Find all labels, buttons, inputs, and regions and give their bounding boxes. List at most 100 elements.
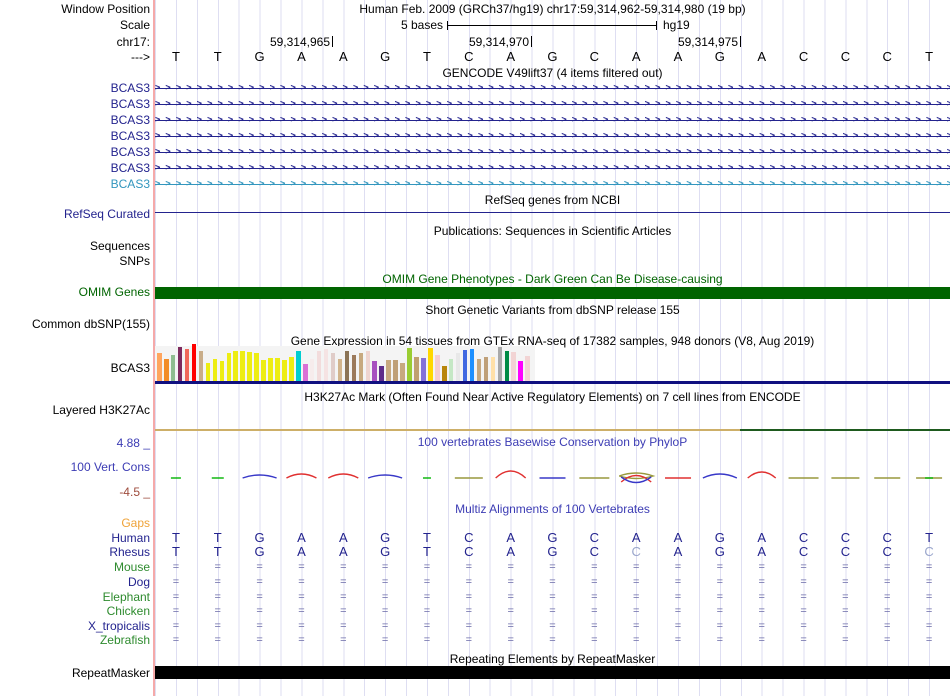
gtex-bar-50[interactable] bbox=[498, 347, 503, 381]
multiz-species-label-zebrafish[interactable]: Zebrafish bbox=[0, 633, 150, 647]
gtex-bar-45[interactable] bbox=[463, 350, 468, 381]
multiz-species-label-mouse[interactable]: Mouse bbox=[0, 560, 150, 574]
multiz-species-label-chicken[interactable]: Chicken bbox=[0, 604, 150, 618]
refseq-track-title[interactable]: RefSeq genes from NCBI bbox=[155, 193, 950, 207]
gtex-bar-18[interactable] bbox=[275, 358, 280, 381]
gtex-bar-2[interactable] bbox=[164, 359, 169, 381]
gtex-bar-23[interactable] bbox=[310, 359, 315, 381]
gtex-bar-5[interactable] bbox=[185, 349, 190, 381]
gtex-bar-6[interactable] bbox=[192, 344, 197, 381]
strand-arrow-label[interactable]: ---> bbox=[0, 50, 150, 64]
multiz-species-label-elephant[interactable]: Elephant bbox=[0, 590, 150, 604]
sequences-label[interactable]: Sequences bbox=[0, 239, 150, 253]
gtex-bar-14[interactable] bbox=[247, 352, 252, 381]
common-dbsnp-label[interactable]: Common dbSNP(155) bbox=[0, 317, 150, 331]
gtex-bar-53[interactable] bbox=[518, 361, 523, 381]
gtex-bar-24[interactable] bbox=[317, 351, 322, 381]
gencode-transcript-row-6[interactable]: >>>>>>>>>>>>>>>>>>>>>>>>>>>>>>>>>>>>>>>>… bbox=[155, 163, 950, 173]
gencode-track-title[interactable]: GENCODE V49lift37 (4 items filtered out) bbox=[155, 66, 950, 80]
gencode-transcript-row-4[interactable]: >>>>>>>>>>>>>>>>>>>>>>>>>>>>>>>>>>>>>>>>… bbox=[155, 131, 950, 141]
gtex-bar-13[interactable] bbox=[240, 351, 245, 381]
gtex-bar-33[interactable] bbox=[379, 366, 384, 381]
gencode-gene-label-3[interactable]: BCAS3 bbox=[0, 113, 150, 127]
gtex-bar-38[interactable] bbox=[414, 357, 419, 381]
gtex-bar-7[interactable] bbox=[199, 351, 204, 381]
gtex-bar-26[interactable] bbox=[331, 353, 336, 381]
repeatmasker-bar[interactable] bbox=[155, 666, 950, 679]
gtex-bar-46[interactable] bbox=[470, 349, 475, 381]
layered-h3k27ac-label[interactable]: Layered H3K27Ac bbox=[0, 403, 150, 417]
gtex-bar-27[interactable] bbox=[338, 359, 343, 381]
refseq-curated-label[interactable]: RefSeq Curated bbox=[0, 207, 150, 221]
gtex-bar-17[interactable] bbox=[268, 358, 273, 381]
omim-gene-bar[interactable] bbox=[155, 287, 950, 299]
gtex-bar-30[interactable] bbox=[359, 353, 364, 381]
gtex-bar-47[interactable] bbox=[477, 359, 482, 381]
gtex-bar-32[interactable] bbox=[372, 361, 377, 381]
gencode-gene-label-6[interactable]: BCAS3 bbox=[0, 161, 150, 175]
gencode-transcript-row-1[interactable]: >>>>>>>>>>>>>>>>>>>>>>>>>>>>>>>>>>>>>>>>… bbox=[155, 83, 950, 93]
h3k27ac-track-title[interactable]: H3K27Ac Mark (Often Found Near Active Re… bbox=[155, 390, 950, 404]
gtex-bar-25[interactable] bbox=[324, 349, 329, 381]
gtex-bar-43[interactable] bbox=[449, 359, 454, 381]
gencode-transcript-row-2[interactable]: >>>>>>>>>>>>>>>>>>>>>>>>>>>>>>>>>>>>>>>>… bbox=[155, 99, 950, 109]
gtex-bar-11[interactable] bbox=[227, 353, 232, 381]
gtex-bar-4[interactable] bbox=[178, 347, 183, 381]
gtex-bar-9[interactable] bbox=[213, 359, 218, 381]
dbsnp-track-title[interactable]: Short Genetic Variants from dbSNP releas… bbox=[155, 303, 950, 317]
gtex-bar-35[interactable] bbox=[393, 360, 398, 381]
refseq-gene-line[interactable] bbox=[155, 212, 950, 213]
gtex-bar-34[interactable] bbox=[386, 360, 391, 381]
omim-track-title[interactable]: OMIM Gene Phenotypes - Dark Green Can Be… bbox=[155, 272, 950, 286]
gtex-bar-19[interactable] bbox=[282, 360, 287, 381]
multiz-species-label-human[interactable]: Human bbox=[0, 531, 150, 545]
gtex-bar-36[interactable] bbox=[400, 363, 405, 381]
gencode-gene-label-5[interactable]: BCAS3 bbox=[0, 145, 150, 159]
gtex-bar-44[interactable] bbox=[456, 353, 461, 381]
multiz-species-label-dog[interactable]: Dog bbox=[0, 575, 150, 589]
gtex-bar-12[interactable] bbox=[233, 351, 238, 381]
gtex-bar-54[interactable] bbox=[525, 356, 530, 381]
gtex-bar-49[interactable] bbox=[491, 357, 496, 381]
gtex-bar-21[interactable] bbox=[296, 351, 301, 381]
gencode-gene-label-4[interactable]: BCAS3 bbox=[0, 129, 150, 143]
gtex-bar-3[interactable] bbox=[171, 355, 176, 381]
omim-genes-label[interactable]: OMIM Genes bbox=[0, 285, 150, 299]
multiz-species-label-gaps[interactable]: Gaps bbox=[0, 516, 150, 530]
gtex-bar-40[interactable] bbox=[428, 348, 433, 381]
gtex-gene-label[interactable]: BCAS3 bbox=[0, 361, 150, 375]
gtex-bar-51[interactable] bbox=[505, 351, 510, 381]
gtex-bar-15[interactable] bbox=[254, 353, 259, 381]
gencode-gene-label-1[interactable]: BCAS3 bbox=[0, 81, 150, 95]
gtex-bar-8[interactable] bbox=[206, 363, 211, 381]
gtex-bar-41[interactable] bbox=[435, 355, 440, 381]
gtex-expression-bars[interactable] bbox=[155, 344, 535, 381]
phylop-track-title[interactable]: 100 vertebrates Basewise Conservation by… bbox=[155, 435, 950, 449]
gencode-transcript-row-5[interactable]: >>>>>>>>>>>>>>>>>>>>>>>>>>>>>>>>>>>>>>>>… bbox=[155, 147, 950, 157]
gtex-bar-52[interactable] bbox=[511, 352, 516, 381]
gtex-bar-29[interactable] bbox=[352, 355, 357, 381]
gencode-gene-label-2[interactable]: BCAS3 bbox=[0, 97, 150, 111]
phylop-conservation-wiggle[interactable] bbox=[0, 455, 950, 505]
gtex-bar-37[interactable] bbox=[407, 348, 412, 381]
gtex-bar-28[interactable] bbox=[345, 351, 350, 381]
multiz-species-label-rhesus[interactable]: Rhesus bbox=[0, 545, 150, 559]
gtex-bar-31[interactable] bbox=[366, 351, 371, 381]
gtex-bar-39[interactable] bbox=[421, 358, 426, 381]
repeatmasker-track-title[interactable]: Repeating Elements by RepeatMasker bbox=[155, 652, 950, 666]
gtex-bar-22[interactable] bbox=[303, 364, 308, 381]
repeatmasker-label[interactable]: RepeatMasker bbox=[0, 666, 150, 680]
gencode-gene-label-7[interactable]: BCAS3 bbox=[0, 177, 150, 191]
gtex-bar-20[interactable] bbox=[289, 357, 294, 381]
gtex-bar-1[interactable] bbox=[157, 353, 162, 381]
gtex-bar-10[interactable] bbox=[220, 361, 225, 381]
gtex-bar-42[interactable] bbox=[442, 366, 447, 381]
snps-label[interactable]: SNPs bbox=[0, 254, 150, 268]
gencode-transcript-row-3[interactable]: >>>>>>>>>>>>>>>>>>>>>>>>>>>>>>>>>>>>>>>>… bbox=[155, 115, 950, 125]
publications-track-title[interactable]: Publications: Sequences in Scientific Ar… bbox=[155, 224, 950, 238]
base-ruler-row[interactable]: TTGAAGTCAGCAAGACCCT bbox=[155, 50, 950, 64]
gtex-bar-48[interactable] bbox=[484, 357, 489, 381]
gtex-bar-16[interactable] bbox=[261, 360, 266, 381]
multiz-track-title[interactable]: Multiz Alignments of 100 Vertebrates bbox=[155, 502, 950, 516]
gencode-transcript-row-7[interactable]: >>>>>>>>>>>>>>>>>>>>>>>>>>>>>>>>>>>>>>>>… bbox=[155, 179, 950, 189]
